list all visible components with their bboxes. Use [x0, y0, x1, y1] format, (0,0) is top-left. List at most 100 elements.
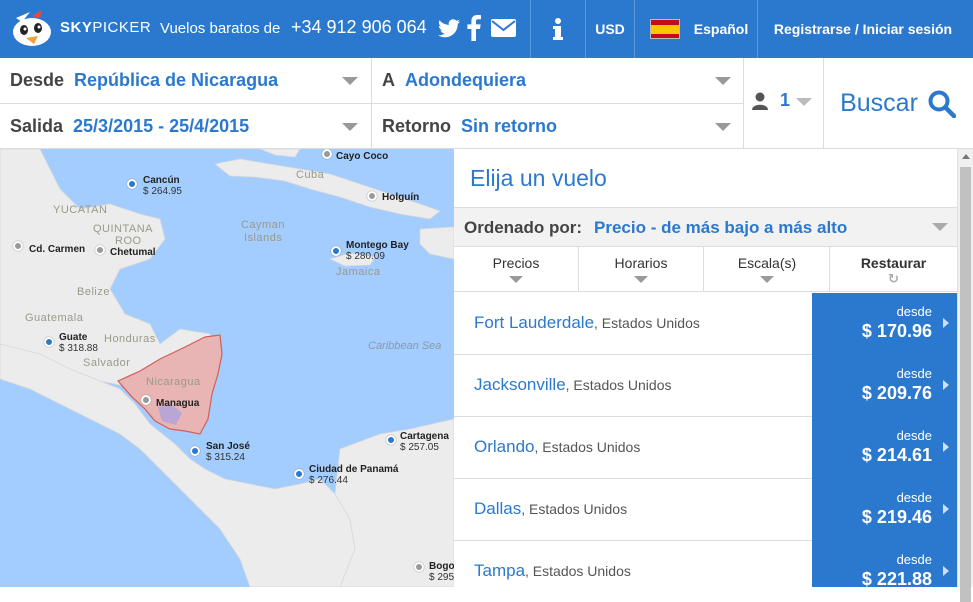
city-marker[interactable]	[294, 469, 304, 479]
return-value: Sin retorno	[461, 116, 558, 136]
city-marker[interactable]	[127, 179, 137, 189]
chevron-right-icon	[943, 504, 949, 514]
price-prefix: desde	[896, 366, 932, 381]
city-label-managua[interactable]: Managua	[156, 398, 199, 409]
city-label-san-jose[interactable]: San José $ 315.24	[206, 441, 250, 463]
currency-button[interactable]: USD	[586, 0, 634, 58]
flight-destination[interactable]: Jacksonville, Estados Unidos	[474, 375, 672, 395]
map-label-islands: Islands	[244, 232, 283, 244]
city-label-cartagena[interactable]: Cartagena $ 257.05	[400, 431, 449, 453]
to-value: Adondequiera	[405, 70, 527, 90]
flight-city: Tampa	[474, 561, 526, 580]
flight-price-button[interactable]: desde $ 214.61	[812, 417, 957, 479]
from-dropdown-icon[interactable]	[342, 77, 358, 85]
search-icon	[928, 90, 956, 118]
flight-destination[interactable]: Tampa, Estados Unidos	[474, 561, 631, 581]
spain-flag-icon	[650, 19, 680, 39]
passengers-selector[interactable]: 1	[752, 90, 814, 114]
map-label-cayman: Cayman	[241, 219, 285, 231]
city-price: $ 264.95	[143, 186, 182, 197]
city-label-bogota[interactable]: Bogo $ 295	[429, 561, 454, 583]
tab-precios[interactable]: Precios	[454, 247, 579, 292]
city-label-cancun[interactable]: Cancún $ 264.95	[143, 175, 182, 197]
tab-label: Precios	[492, 255, 540, 271]
return-label: Retorno	[382, 116, 451, 136]
flight-row[interactable]: Dallas, Estados Unidos desde $ 219.46	[454, 479, 957, 541]
flight-city: Jacksonville	[474, 375, 566, 394]
city-name: Cancún	[143, 175, 180, 186]
info-button[interactable]	[531, 0, 585, 58]
refresh-icon: ↻	[888, 271, 899, 286]
search-button[interactable]: Buscar	[823, 58, 973, 149]
top-bar: SKYPICKER Vuelos baratos de +34 912 906 …	[0, 0, 973, 58]
return-field[interactable]: Retorno Sin retorno	[382, 104, 737, 149]
twitter-icon[interactable]	[437, 15, 461, 41]
results-scrollbar[interactable]	[957, 149, 973, 602]
sort-arrow-icon	[634, 276, 648, 283]
city-name: Holguín	[382, 192, 420, 203]
city-label-montego-bay[interactable]: Montego Bay $ 280.09	[346, 240, 409, 262]
city-marker[interactable]	[44, 337, 54, 347]
city-marker[interactable]	[386, 435, 396, 445]
price-prefix: desde	[896, 490, 932, 505]
tab-escalas[interactable]: Escala(s)	[705, 247, 830, 292]
facebook-icon[interactable]	[467, 15, 481, 41]
city-marker[interactable]	[331, 246, 341, 256]
city-label-holguin[interactable]: Holguín	[382, 192, 419, 203]
flight-price-button[interactable]: desde $ 219.46	[812, 479, 957, 541]
city-name: Cartagena	[400, 431, 449, 442]
scroll-up-icon[interactable]	[962, 154, 970, 159]
brand-name[interactable]: SKYPICKER	[60, 19, 151, 36]
map-label-cuba: Cuba	[296, 169, 325, 181]
flight-price-button[interactable]: desde $ 209.76	[812, 355, 957, 417]
sort-arrow-icon	[509, 276, 523, 283]
mail-icon[interactable]	[490, 15, 517, 41]
city-label-ciudad-de-panama[interactable]: Ciudad de Panamá $ 276.44	[309, 464, 398, 486]
map[interactable]: YUCATAN QUINTANA ROO Belize Guatemala Ho…	[0, 149, 454, 587]
price-prefix: desde	[896, 552, 932, 567]
city-label-cayo-coco[interactable]: Cayo Coco	[336, 151, 388, 162]
flight-destination[interactable]: Dallas, Estados Unidos	[474, 499, 627, 519]
to-dropdown-icon[interactable]	[715, 77, 731, 85]
to-field[interactable]: A Adondequiera	[382, 58, 737, 103]
flight-row[interactable]: Orlando, Estados Unidos desde $ 214.61	[454, 417, 957, 479]
chevron-right-icon	[943, 566, 949, 576]
scroll-thumb[interactable]	[960, 167, 971, 602]
city-price: $ 295	[429, 572, 454, 583]
map-label-quintana: QUINTANA	[93, 223, 154, 235]
city-marker[interactable]	[414, 562, 424, 572]
city-marker[interactable]	[367, 191, 377, 201]
passengers-count: 1	[780, 90, 791, 110]
flight-price-button[interactable]: desde $ 170.96	[812, 293, 957, 355]
login-button[interactable]: Registrarse / Iniciar sesión	[758, 0, 968, 58]
city-name: San José	[206, 441, 250, 452]
sort-dropdown[interactable]: Ordenado por: Precio - de más bajo a más…	[454, 207, 957, 247]
flight-destination[interactable]: Fort Lauderdale, Estados Unidos	[474, 313, 700, 333]
sort-label: Ordenado por:	[464, 218, 583, 237]
city-marker[interactable]	[141, 395, 151, 405]
city-name: Cayo Coco	[336, 151, 389, 162]
search-button-label: Buscar	[840, 89, 918, 117]
flight-row[interactable]: Tampa, Estados Unidos desde $ 221.88	[454, 541, 957, 589]
tab-restaurar[interactable]: Restaurar ↻	[830, 247, 957, 292]
city-marker[interactable]	[322, 149, 332, 159]
flight-country: , Estados Unidos	[521, 501, 628, 517]
tab-horarios[interactable]: Horarios	[579, 247, 704, 292]
city-marker[interactable]	[190, 446, 200, 456]
flight-row[interactable]: Jacksonville, Estados Unidos desde $ 209…	[454, 355, 957, 417]
skypicker-logo[interactable]	[8, 6, 56, 50]
return-dropdown-icon[interactable]	[715, 123, 731, 131]
depart-dropdown-icon[interactable]	[342, 123, 358, 131]
flight-row[interactable]: Fort Lauderdale, Estados Unidos desde $ …	[454, 293, 957, 355]
language-button[interactable]: Español	[686, 0, 756, 58]
city-marker[interactable]	[13, 241, 23, 251]
flight-destination[interactable]: Orlando, Estados Unidos	[474, 437, 640, 457]
from-field[interactable]: Desde República de Nicaragua	[10, 58, 365, 103]
depart-field[interactable]: Salida 25/3/2015 - 25/4/2015	[10, 104, 365, 149]
flight-price-button[interactable]: desde $ 221.88	[812, 541, 957, 589]
city-label-guate[interactable]: Guate $ 318.88	[59, 332, 98, 354]
map-label-salvador: Salvador	[83, 357, 131, 369]
city-marker[interactable]	[95, 245, 105, 255]
city-label-chetumal[interactable]: Chetumal	[110, 247, 156, 258]
city-label-cd-carmen[interactable]: Cd. Carmen	[29, 244, 85, 255]
